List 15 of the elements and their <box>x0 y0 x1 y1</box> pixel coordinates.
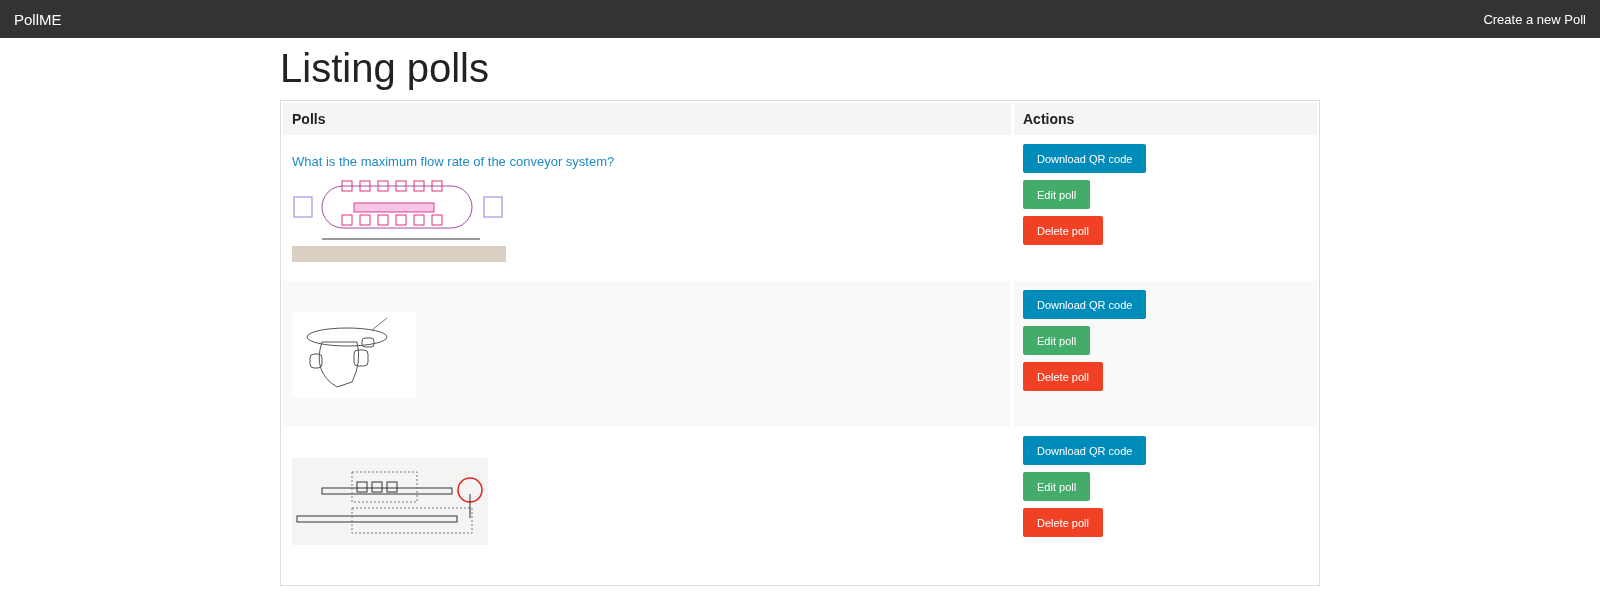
action-button[interactable]: Download QR code <box>1023 144 1147 173</box>
action-button[interactable]: Edit poll <box>1023 472 1091 501</box>
action-button[interactable]: Download QR code <box>1023 436 1147 465</box>
action-button[interactable]: Delete poll <box>1023 362 1103 391</box>
brand-link[interactable]: PollME <box>14 10 62 28</box>
poll-question-link[interactable]: What is the maximum flow rate of the conveyor system? <box>292 154 1002 169</box>
column-header: Actions <box>1014 103 1317 135</box>
action-button[interactable]: Delete poll <box>1023 508 1103 537</box>
action-button[interactable]: Edit poll <box>1023 180 1091 209</box>
create-poll-link[interactable]: Create a new Poll <box>1483 11 1586 27</box>
column-header: Polls <box>283 103 1011 135</box>
action-button[interactable]: Edit poll <box>1023 326 1091 355</box>
page-title: Listing polls <box>280 46 490 90</box>
action-button[interactable]: Delete poll <box>1023 216 1103 245</box>
action-button[interactable]: Download QR code <box>1023 290 1147 319</box>
